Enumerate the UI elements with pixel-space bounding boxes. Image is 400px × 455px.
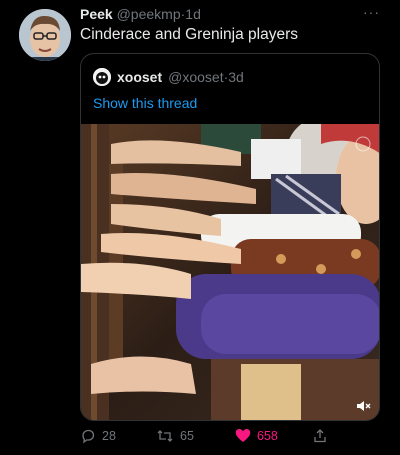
video-frame bbox=[81, 124, 379, 420]
more-icon[interactable]: ··· bbox=[363, 4, 380, 20]
author-handle[interactable]: @peekmp bbox=[117, 6, 181, 22]
quoted-author-avatar bbox=[93, 68, 111, 86]
tweet-header: Peek @peekmp·1d bbox=[80, 6, 201, 22]
heart-icon bbox=[235, 429, 251, 442]
quoted-tweet[interactable]: xooset @xooset·3d Show this thread bbox=[80, 53, 380, 421]
quoted-tweet-header: xooset @xooset·3d bbox=[93, 68, 244, 86]
quoted-author-name: xooset bbox=[117, 69, 163, 85]
volume-muted-icon[interactable] bbox=[355, 398, 371, 414]
show-thread-link[interactable]: Show this thread bbox=[93, 95, 197, 111]
reply-button[interactable]: 28 bbox=[80, 428, 116, 444]
quoted-time: 3d bbox=[228, 69, 244, 85]
like-button[interactable]: 658 bbox=[235, 428, 278, 443]
author-name[interactable]: Peek bbox=[80, 6, 113, 22]
share-icon bbox=[314, 429, 326, 443]
video-player[interactable] bbox=[81, 124, 379, 420]
like-count: 658 bbox=[257, 428, 278, 443]
retweet-button[interactable]: 65 bbox=[156, 428, 194, 444]
tweet-time[interactable]: 1d bbox=[185, 6, 201, 22]
tweet-text: Cinderace and Greninja players bbox=[80, 26, 298, 43]
reply-icon bbox=[82, 429, 95, 444]
quoted-author-handle: @xooset bbox=[168, 69, 224, 85]
author-avatar[interactable] bbox=[19, 9, 71, 61]
tweet-actions: 28 65 658 bbox=[80, 428, 380, 448]
retweet-icon bbox=[157, 430, 173, 442]
retweet-count: 65 bbox=[180, 429, 194, 443]
reply-count: 28 bbox=[102, 429, 116, 443]
share-button[interactable] bbox=[312, 428, 328, 444]
